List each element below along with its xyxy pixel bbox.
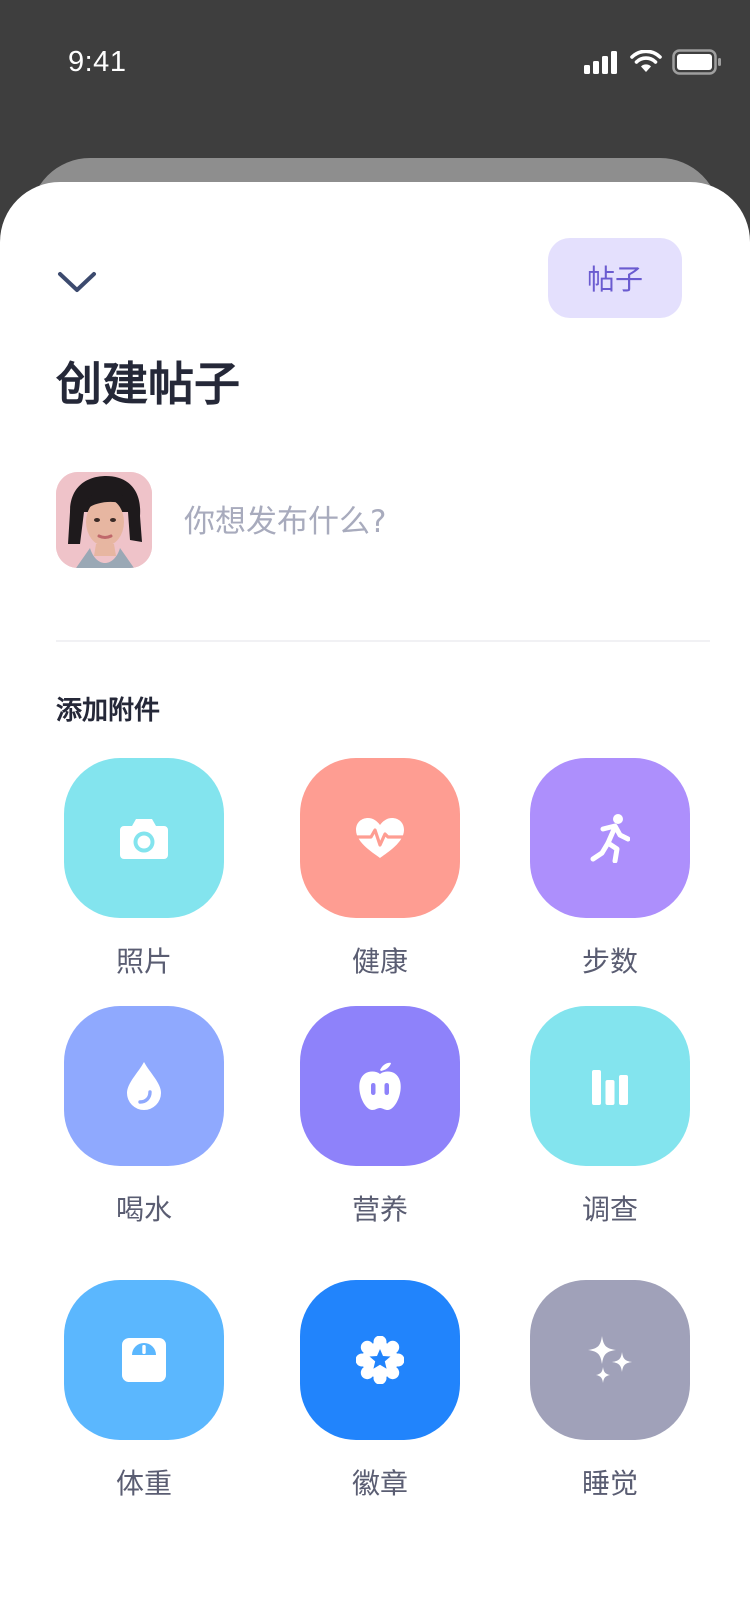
attachment-health[interactable]: 健康 bbox=[300, 758, 460, 980]
attachment-health-tile bbox=[300, 758, 460, 918]
attachment-photo-tile bbox=[64, 758, 224, 918]
attachment-steps[interactable]: 步数 bbox=[530, 758, 690, 980]
attachment-steps-tile bbox=[530, 758, 690, 918]
attachment-water-label: 喝水 bbox=[115, 1193, 172, 1226]
attachment-water-tile bbox=[64, 1006, 224, 1166]
attachment-nutrition-label: 营养 bbox=[351, 1193, 408, 1226]
attachment-photo-label: 照片 bbox=[115, 945, 172, 978]
attachment-badge[interactable]: 徽章 bbox=[300, 1280, 460, 1502]
cellular-signal-icon bbox=[584, 51, 617, 74]
attachment-photo[interactable]: 照片 bbox=[64, 758, 224, 980]
attachment-survey-tile bbox=[530, 1006, 690, 1166]
attachment-survey-label: 调查 bbox=[581, 1193, 638, 1226]
status-bar: 9:41 bbox=[0, 0, 750, 130]
page-title: 创建帖子 bbox=[56, 357, 240, 411]
status-icons bbox=[584, 48, 722, 76]
attachment-water[interactable]: 喝水 bbox=[64, 1006, 224, 1228]
scale-icon bbox=[122, 1338, 166, 1382]
sparkle-icon bbox=[588, 1336, 632, 1383]
attachment-weight-label: 体重 bbox=[115, 1467, 172, 1500]
badge-icon bbox=[356, 1336, 404, 1384]
attachment-weight[interactable]: 体重 bbox=[64, 1280, 224, 1502]
running-person-icon bbox=[590, 814, 630, 863]
water-drop-icon bbox=[127, 1062, 161, 1110]
heart-pulse-icon bbox=[355, 818, 405, 858]
collapse-button[interactable] bbox=[52, 262, 102, 302]
attachment-sleep-tile bbox=[530, 1280, 690, 1440]
attachments-section-title: 添加附件 bbox=[56, 696, 161, 726]
attachment-weight-tile bbox=[64, 1280, 224, 1440]
bar-chart-icon bbox=[592, 1070, 628, 1105]
user-avatar-image bbox=[56, 472, 152, 568]
attachment-sleep-label: 睡觉 bbox=[581, 1467, 638, 1500]
post-button[interactable]: 帖子 bbox=[548, 238, 682, 318]
attachment-badge-tile bbox=[300, 1280, 460, 1440]
apple-icon bbox=[359, 1062, 401, 1110]
chevron-down-icon bbox=[58, 272, 96, 292]
divider bbox=[56, 640, 710, 642]
status-time: 9:41 bbox=[68, 46, 127, 78]
attachment-health-label: 健康 bbox=[351, 945, 408, 978]
attachment-badge-label: 徽章 bbox=[351, 1467, 408, 1500]
attachment-sleep[interactable]: 睡觉 bbox=[530, 1280, 690, 1502]
attachment-nutrition-tile bbox=[300, 1006, 460, 1166]
attachment-nutrition[interactable]: 营养 bbox=[300, 1006, 460, 1228]
post-content-input[interactable] bbox=[184, 494, 694, 550]
avatar[interactable] bbox=[56, 472, 152, 568]
camera-icon bbox=[120, 819, 168, 859]
attachment-survey[interactable]: 调查 bbox=[530, 1006, 690, 1228]
attachment-steps-label: 步数 bbox=[581, 945, 638, 978]
battery-icon bbox=[672, 49, 721, 75]
wifi-icon bbox=[630, 50, 662, 72]
